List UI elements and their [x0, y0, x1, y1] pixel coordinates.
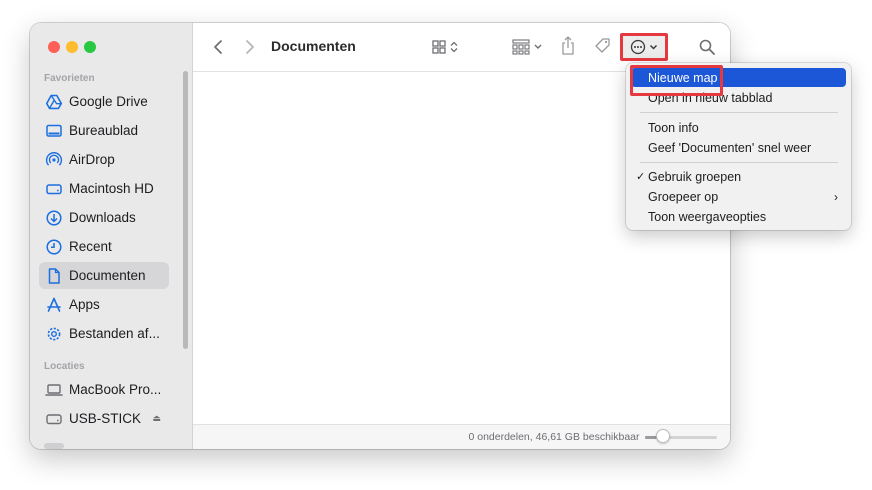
share-icon: [562, 36, 574, 55]
menu-item-view-options[interactable]: Toon weergaveopties: [631, 207, 846, 226]
menu-separator: [640, 162, 838, 163]
forward-button[interactable]: [242, 38, 258, 56]
chevron-right-icon: [246, 40, 254, 54]
sidebar-item-label: Recent: [69, 239, 112, 254]
ellipsis-circle-icon: [630, 39, 646, 55]
menu-item-label: Toon info: [648, 120, 699, 135]
chevron-down-icon: [649, 44, 658, 50]
sidebar-item-macbook-pro[interactable]: MacBook Pro...: [39, 376, 169, 403]
sidebar-item-downloads[interactable]: Downloads: [39, 204, 169, 231]
desktop-icon: [45, 122, 63, 140]
sidebar-item-bureaublad[interactable]: Bureaublad: [39, 117, 169, 144]
view-mode-button[interactable]: [431, 37, 463, 57]
sidebar-item-documenten[interactable]: Documenten: [39, 262, 169, 289]
share-button[interactable]: [559, 35, 577, 57]
sidebar-item-label: Bureaublad: [69, 123, 139, 138]
status-bar: 0 onderdelen, 46,61 GB beschikbaar: [193, 424, 730, 449]
menu-item-label: Gebruik groepen: [648, 169, 742, 184]
menu-item-quick-look[interactable]: Geef 'Documenten' snel weer: [631, 138, 846, 157]
locations-section-title: Locaties: [44, 361, 85, 372]
menu-item-label: Groepeer op: [648, 189, 719, 204]
sidebar-item-usb-stick[interactable]: USB-STICK ⏏: [39, 405, 169, 432]
menu-item-label: Geef 'Documenten' snel weer: [648, 140, 812, 155]
clock-icon: [45, 238, 63, 256]
search-button[interactable]: [696, 36, 718, 58]
sidebar-item-label: Apps: [69, 297, 100, 312]
hard-drive-icon: [45, 180, 63, 198]
sidebar-item-airdrop[interactable]: AirDrop: [39, 146, 169, 173]
minimize-window-button[interactable]: [66, 41, 78, 53]
sidebar-item-label: Documenten: [69, 268, 146, 283]
sidebar-item-label: AirDrop: [69, 152, 115, 167]
tag-icon: [595, 38, 610, 53]
sidebar-item-macintosh-hd[interactable]: Macintosh HD: [39, 175, 169, 202]
laptop-icon: [45, 381, 63, 399]
sidebar-item-bestanden[interactable]: Bestanden af...: [39, 320, 169, 347]
menu-item-label: Toon weergaveopties: [648, 209, 767, 224]
gear-icon: [45, 325, 63, 343]
back-button[interactable]: [210, 38, 226, 56]
download-icon: [45, 209, 63, 227]
sidebar: Favorieten Google Drive Bureaublad AirDr…: [30, 23, 193, 449]
group-grid-icon: [512, 39, 542, 55]
checkmark-icon: ✓: [636, 171, 646, 183]
close-window-button[interactable]: [48, 41, 60, 53]
chevron-right-icon: ›: [834, 189, 838, 204]
eject-icon[interactable]: ⏏: [152, 413, 161, 424]
sidebar-scrollbar[interactable]: [183, 71, 188, 349]
zoom-window-button[interactable]: [84, 41, 96, 53]
sidebar-item-label: MacBook Pro...: [69, 382, 162, 397]
sidebar-item-label: Google Drive: [69, 94, 148, 109]
grid-view-icon: [432, 40, 458, 54]
more-actions-button[interactable]: [620, 33, 668, 61]
menu-separator: [640, 112, 838, 113]
favorites-section-title: Favorieten: [44, 73, 95, 84]
chevron-left-icon: [214, 40, 222, 54]
finder-window: Favorieten Google Drive Bureaublad AirDr…: [30, 23, 730, 449]
window-title: Documenten: [271, 38, 356, 54]
annotation-highlight-box: [630, 65, 723, 96]
search-icon: [699, 39, 715, 55]
sidebar-item-label: USB-STICK: [69, 411, 142, 426]
sidebar-item-apps[interactable]: Apps: [39, 291, 169, 318]
menu-item-group-by[interactable]: Groepeer op ›: [631, 187, 846, 206]
sidebar-item-google-drive[interactable]: Google Drive: [39, 88, 169, 115]
sidebar-item-label: Downloads: [69, 210, 136, 225]
airdrop-icon: [45, 151, 63, 169]
group-by-button[interactable]: [511, 37, 547, 57]
google-drive-icon: [45, 93, 63, 111]
sidebar-item-recent[interactable]: Recent: [39, 233, 169, 260]
menu-item-use-groups[interactable]: ✓ Gebruik groepen: [631, 167, 846, 186]
sidebar-overflow-item: [44, 443, 64, 449]
sidebar-item-label: Macintosh HD: [69, 181, 154, 196]
menu-item-show-info[interactable]: Toon info: [631, 118, 846, 137]
document-icon: [45, 267, 63, 285]
slider-knob[interactable]: [656, 429, 670, 443]
drive-icon: [45, 410, 63, 428]
apps-icon: [45, 296, 63, 314]
tag-button[interactable]: [593, 36, 613, 56]
sidebar-item-label: Bestanden af...: [69, 326, 160, 341]
